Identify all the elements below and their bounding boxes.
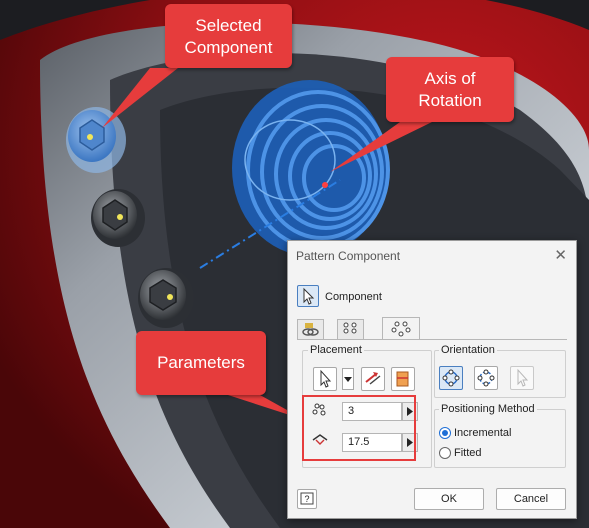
help-button[interactable]: ? <box>297 489 317 509</box>
component-select-button[interactable] <box>297 285 319 307</box>
threaded-bore-selection[interactable] <box>232 80 390 256</box>
chevron-down-icon <box>344 377 352 382</box>
fitted-radio[interactable] <box>439 447 451 459</box>
tab-divider <box>297 339 567 340</box>
axis-of-rotation-callout: Axis of Rotation <box>386 57 514 122</box>
axis-dropdown-arrow[interactable] <box>342 368 354 390</box>
fixed-icon <box>477 369 495 387</box>
associative-pattern-icon <box>302 323 319 336</box>
dialog-title: Pattern Component <box>296 249 401 263</box>
component-label: Component <box>325 291 382 303</box>
selected-bolt[interactable] <box>66 107 126 173</box>
cursor-arrow-icon <box>303 287 315 305</box>
ok-button[interactable]: OK <box>414 488 484 510</box>
rotational-orientation-button[interactable] <box>439 366 463 390</box>
svg-text:?: ? <box>304 494 309 504</box>
incremental-radio[interactable] <box>439 427 451 439</box>
placement-label: Placement <box>308 344 364 356</box>
orientation-label: Orientation <box>439 344 497 356</box>
orientation-select-button[interactable] <box>510 366 534 390</box>
pattern-component-dialog: Pattern Component ✕ Component Placement … <box>287 240 577 519</box>
flip-direction-icon <box>365 372 381 385</box>
tab-circular[interactable] <box>382 317 420 339</box>
selected-component-line-2: Component <box>184 38 273 57</box>
parameters-highlight <box>302 395 416 461</box>
flip-direction-button[interactable] <box>361 367 385 391</box>
bolt-2[interactable] <box>91 189 145 247</box>
rotational-icon <box>442 369 460 387</box>
axis-of-rotation-line-2: Rotation <box>418 91 482 110</box>
fitted-label[interactable]: Fitted <box>454 447 482 459</box>
parameters-label: Parameters <box>157 353 245 372</box>
tab-associative[interactable] <box>297 319 324 339</box>
rectangular-pattern-icon <box>343 322 357 334</box>
fixed-orientation-button[interactable] <box>474 366 498 390</box>
incremental-label[interactable]: Incremental <box>454 427 511 439</box>
axis-select-button[interactable] <box>313 367 337 391</box>
select-arrow-icon <box>320 369 332 388</box>
select-arrow-icon <box>517 368 529 387</box>
help-icon: ? <box>300 492 314 505</box>
bolt-3[interactable] <box>138 268 194 328</box>
selected-component-callout: Selected Component <box>165 4 292 68</box>
axis-of-rotation-line-1: Axis of <box>424 69 476 88</box>
midplane-icon <box>396 371 409 387</box>
cancel-button[interactable]: Cancel <box>496 488 566 510</box>
midplane-button[interactable] <box>391 367 415 391</box>
close-icon[interactable]: ✕ <box>554 246 567 264</box>
parameters-callout: Parameters <box>136 331 266 395</box>
selected-component-line-1: Selected <box>195 16 262 35</box>
positioning-method-label: Positioning Method <box>439 403 537 415</box>
tab-rectangular[interactable] <box>337 319 364 339</box>
axis-point-icon <box>322 182 328 188</box>
circular-pattern-icon <box>391 321 411 337</box>
